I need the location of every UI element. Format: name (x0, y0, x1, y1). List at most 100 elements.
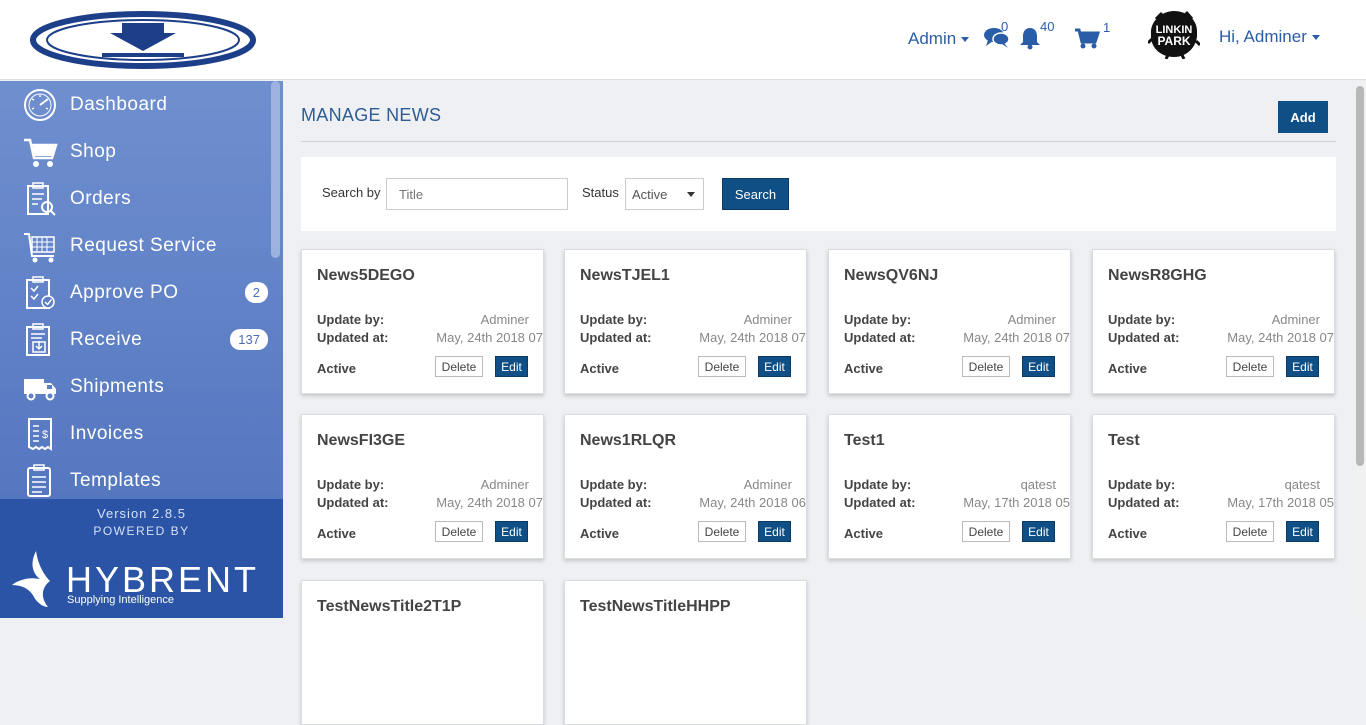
updated-at-value: May, 24th 2018 07 (1227, 330, 1334, 345)
news-card-title: NewsR8GHG (1108, 267, 1207, 284)
sidebar: Dashboard Shop Orders Request Service Ap… (0, 81, 283, 499)
cart-count: 1 (1103, 20, 1111, 35)
status-select[interactable]: Active (625, 178, 704, 210)
news-card-title: Test1 (844, 432, 885, 449)
sidebar-item-approve-po[interactable]: Approve PO 2 (0, 269, 270, 316)
chevron-down-icon (1311, 35, 1320, 41)
approve-po-count-badge: 2 (244, 282, 268, 303)
sidebar-item-request-service[interactable]: Request Service (0, 222, 270, 269)
sidebar-item-orders[interactable]: Orders (0, 175, 270, 222)
search-button[interactable]: Search (722, 178, 789, 210)
app-version: Version 2.8.5 (97, 506, 186, 521)
avatar[interactable]: LINKIN PARK (1148, 9, 1200, 59)
company-logo[interactable] (30, 11, 256, 69)
updated-by-label: Update by: (844, 312, 912, 327)
delete-button[interactable]: Delete (698, 356, 746, 377)
admin-menu-dropdown[interactable]: Admin (908, 29, 970, 49)
updated-at-value: May, 24th 2018 07 (699, 330, 806, 345)
approve-po-icon (26, 276, 55, 309)
sidebar-item-label: Shop (70, 140, 117, 162)
delete-button[interactable]: Delete (962, 521, 1010, 542)
admin-menu-label: Admin (908, 29, 957, 48)
edit-button[interactable]: Edit (1286, 521, 1319, 542)
updated-at-label: Updated at: (317, 495, 389, 510)
news-card: TestNewsTitleHHPP (564, 580, 807, 725)
news-card-title: NewsQV6NJ (844, 267, 939, 284)
updated-at-label: Updated at: (1108, 495, 1180, 510)
updated-by-value: Adminer (480, 312, 529, 327)
sidebar-footer: Version 2.8.5 POWERED BY HYBRENT Supplyi… (0, 499, 283, 618)
news-status: Active (1108, 526, 1148, 541)
updated-at-value: May, 24th 2018 07 (963, 330, 1070, 345)
edit-button[interactable]: Edit (495, 356, 528, 377)
news-status: Active (580, 361, 620, 376)
notifications-count: 40 (1040, 19, 1055, 34)
updated-at-label: Updated at: (317, 330, 389, 345)
news-status: Active (844, 526, 884, 541)
updated-by-value: qatest (1020, 477, 1056, 492)
cart-icon (24, 138, 58, 167)
sidebar-item-shop[interactable]: Shop (0, 128, 270, 175)
news-card: NewsTJEL1 Update by: Adminer Updated at:… (564, 249, 807, 394)
invoice-icon: $ (28, 418, 52, 451)
news-card-title: TestNewsTitleHHPP (580, 598, 731, 615)
updated-by-label: Update by: (1108, 477, 1176, 492)
updated-by-value: Adminer (480, 477, 529, 492)
edit-button[interactable]: Edit (1022, 521, 1055, 542)
news-card-title: TestNewsTitle2T1P (317, 598, 462, 615)
sidebar-item-label: Templates (70, 469, 162, 491)
sidebar-item-label: Request Service (70, 234, 217, 256)
edit-button[interactable]: Edit (758, 521, 791, 542)
news-status: Active (1108, 361, 1148, 376)
updated-at-label: Updated at: (844, 495, 916, 510)
sidebar-item-label: Receive (70, 328, 143, 350)
search-filter-panel: Search by Status Active Search (301, 157, 1336, 231)
edit-button[interactable]: Edit (495, 521, 528, 542)
search-by-label: Search by (322, 185, 381, 200)
delete-button[interactable]: Delete (962, 356, 1010, 377)
delete-button[interactable]: Delete (435, 521, 483, 542)
news-card: Test Update by: qatest Updated at: May, … (1092, 414, 1335, 559)
sidebar-item-label: Invoices (70, 422, 144, 444)
news-card: Test1 Update by: qatest Updated at: May,… (828, 414, 1071, 559)
sidebar-item-receive[interactable]: Receive 137 (0, 316, 270, 363)
edit-button[interactable]: Edit (758, 356, 791, 377)
chevron-down-icon (961, 37, 970, 43)
edit-button[interactable]: Edit (1286, 356, 1319, 377)
status-label: Status (582, 185, 619, 200)
search-title-input[interactable] (386, 178, 568, 210)
sidebar-item-label: Approve PO (70, 281, 179, 303)
notifications-bell-icon[interactable] (1018, 26, 1042, 50)
powered-by-label: POWERED BY (93, 524, 190, 538)
delete-button[interactable]: Delete (435, 356, 483, 377)
title-divider (301, 141, 1336, 142)
sidebar-item-shipments[interactable]: Shipments (0, 363, 270, 410)
news-status: Active (317, 361, 357, 376)
delete-button[interactable]: Delete (1226, 356, 1274, 377)
page-scrollbar-thumb[interactable] (1356, 86, 1364, 466)
sidebar-item-invoices[interactable]: $ Invoices (0, 410, 270, 457)
sidebar-scrollbar[interactable] (271, 81, 280, 258)
edit-button[interactable]: Edit (1022, 356, 1055, 377)
sidebar-item-label: Orders (70, 187, 132, 209)
status-select-value: Active (632, 186, 668, 202)
updated-at-label: Updated at: (580, 495, 652, 510)
updated-by-value: Adminer (1007, 312, 1056, 327)
updated-by-label: Update by: (1108, 312, 1176, 327)
truck-icon (24, 379, 56, 401)
main-content: MANAGE NEWS Add Search by Status Active … (283, 81, 1354, 725)
sidebar-item-dashboard[interactable]: Dashboard (0, 81, 270, 128)
delete-button[interactable]: Delete (1226, 521, 1274, 542)
templates-icon (27, 464, 51, 497)
sidebar-item-templates[interactable]: Templates (0, 457, 270, 499)
news-card-title: News5DEGO (317, 267, 415, 284)
chevron-down-icon (687, 192, 695, 197)
delete-button[interactable]: Delete (698, 521, 746, 542)
cart-icon[interactable] (1074, 28, 1100, 50)
page-scrollbar[interactable] (1354, 81, 1366, 618)
add-news-button[interactable]: Add (1278, 101, 1328, 133)
news-card: News1RLQR Update by: Adminer Updated at:… (564, 414, 807, 559)
user-menu-dropdown[interactable]: Hi, Adminer (1219, 27, 1320, 47)
sidebar-item-label: Dashboard (70, 93, 168, 115)
svg-text:PARK: PARK (1157, 34, 1190, 48)
